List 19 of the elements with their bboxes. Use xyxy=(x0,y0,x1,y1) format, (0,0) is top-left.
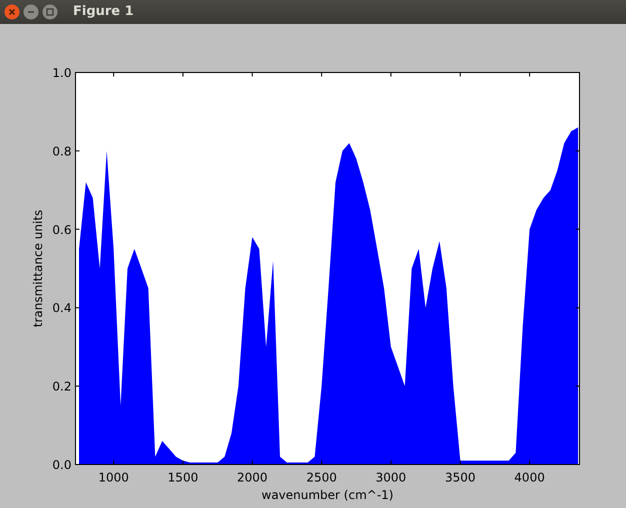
y-tick-label: 0.6 xyxy=(52,222,72,237)
x-tick-label: 1000 xyxy=(98,470,129,484)
window-title: Figure 1 xyxy=(73,3,134,22)
minimize-icon[interactable] xyxy=(23,4,39,20)
y-tick-label: 1.0 xyxy=(52,66,72,80)
x-tick-label: 3000 xyxy=(376,470,406,484)
x-tick-label: 4000 xyxy=(514,470,545,484)
maximize-icon[interactable] xyxy=(42,4,58,20)
y-tick-label: 0.2 xyxy=(52,380,72,394)
y-axis-title: transmittance units xyxy=(31,210,45,328)
close-icon[interactable] xyxy=(4,4,20,20)
y-tick-label: 0.4 xyxy=(52,301,72,316)
y-tick-label: 0.0 xyxy=(52,458,72,472)
x-tick-label: 2500 xyxy=(306,470,337,484)
x-axis-title: wavenumber (cm^-1) xyxy=(262,488,394,502)
y-tick-label: 0.8 xyxy=(52,144,72,158)
x-tick-label: 3500 xyxy=(444,470,476,484)
x-tick-label: 1500 xyxy=(168,470,198,484)
x-tick-label: 2000 xyxy=(237,470,268,484)
